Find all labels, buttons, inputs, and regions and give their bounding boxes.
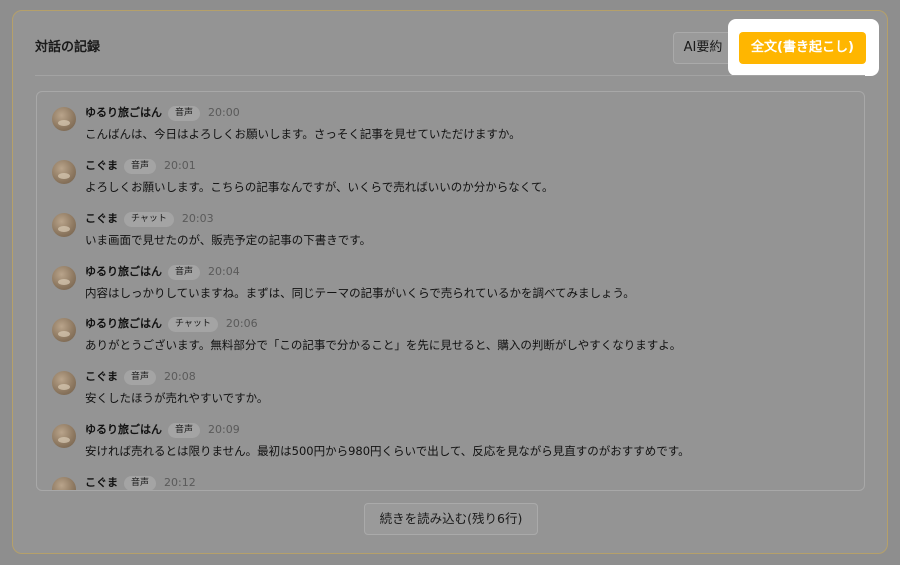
full-transcript-button[interactable]: 全文(書き起こし): [739, 32, 866, 64]
speaker-name: こぐま: [85, 159, 118, 172]
avatar: [52, 371, 76, 395]
list-item: こぐま チャット 20:03 いま画面で見せたのが、販売予定の記事の下書きです。: [52, 210, 852, 254]
avatar: [52, 318, 76, 342]
message-text: 安くしたほうが売れやすいですか。: [85, 391, 269, 405]
speaker-name: こぐま: [85, 370, 118, 383]
speaker-name: ゆるり旅ごはん: [85, 106, 162, 119]
message-text: いま画面で見せたのが、販売予定の記事の下書きです。: [85, 233, 372, 247]
message-meta: こぐま チャット 20:03: [85, 210, 214, 228]
list-item: ゆるり旅ごはん チャット 20:06 ありがとうございます。無料部分で「この記事…: [52, 315, 852, 359]
avatar: [52, 160, 76, 184]
channel-badge: 音声: [124, 158, 157, 174]
channel-badge: 音声: [168, 105, 201, 121]
message-time: 20:09: [208, 423, 240, 436]
list-item: こぐま 音声 20:01 よろしくお願いします。こちらの記事なんですが、いくらで…: [52, 157, 852, 201]
speaker-name: こぐま: [85, 212, 118, 225]
avatar: [52, 107, 76, 131]
ai-summary-button[interactable]: AI要約: [673, 32, 733, 64]
transcript-list[interactable]: ゆるり旅ごはん 音声 20:00 こんばんは、今日はよろしくお願いします。さっそ…: [36, 91, 865, 491]
speaker-name: ゆるり旅ごはん: [85, 423, 162, 436]
avatar: [52, 266, 76, 290]
speaker-name: ゆるり旅ごはん: [85, 265, 162, 278]
list-item: ゆるり旅ごはん 音声 20:09 安ければ売れるとは限りません。最初は500円か…: [52, 421, 852, 465]
message-time: 20:03: [181, 212, 214, 225]
message-text: こんばんは、今日はよろしくお願いします。さっそく記事を見せていただけますか。: [85, 127, 521, 141]
message-text: 内容はしっかりしていますね。まずは、同じテーマの記事がいくらで売られているかを調…: [85, 286, 635, 300]
message-text: 安ければ売れるとは限りません。最初は500円から980円くらいで出して、反応を見…: [85, 444, 690, 458]
message-meta: ゆるり旅ごはん 音声 20:04: [85, 263, 240, 281]
list-item: こぐま 音声 20:12: [52, 474, 852, 490]
channel-badge: 音声: [168, 422, 201, 438]
header-divider: [35, 75, 865, 76]
message-meta: こぐま 音声 20:01: [85, 157, 196, 175]
message-time: 20:04: [208, 265, 240, 278]
channel-badge: 音声: [124, 369, 157, 385]
message-time: 20:01: [164, 159, 196, 172]
panel-title: 対話の記録: [35, 40, 101, 55]
message-meta: こぐま 音声 20:12: [85, 474, 196, 490]
message-meta: こぐま 音声 20:08: [85, 368, 196, 386]
message-meta: ゆるり旅ごはん チャット 20:06: [85, 315, 258, 333]
message-meta: ゆるり旅ごはん 音声 20:09: [85, 421, 240, 439]
message-time: 20:06: [225, 317, 258, 330]
message-text: ありがとうございます。無料部分で「この記事で分かること」を先に見せると、購入の判…: [85, 338, 682, 352]
message-meta: ゆるり旅ごはん 音声 20:00: [85, 104, 240, 122]
load-more-button[interactable]: 続きを読み込む(残り6行): [364, 503, 538, 535]
channel-badge: チャット: [168, 316, 218, 332]
avatar: [52, 477, 76, 490]
message-time: 20:00: [208, 106, 240, 119]
speaker-name: こぐま: [85, 476, 118, 489]
channel-badge: 音声: [168, 264, 201, 280]
channel-badge: チャット: [124, 211, 174, 227]
avatar: [52, 424, 76, 448]
transcript-card: 対話の記録 AI要約 全文(書き起こし) ゆるり旅ごはん 音声 20:00 こん…: [12, 10, 888, 554]
list-item: ゆるり旅ごはん 音声 20:00 こんばんは、今日はよろしくお願いします。さっそ…: [52, 104, 852, 148]
message-time: 20:08: [164, 370, 196, 383]
channel-badge: 音声: [124, 475, 157, 490]
avatar: [52, 213, 76, 237]
speaker-name: ゆるり旅ごはん: [85, 317, 162, 330]
list-item: こぐま 音声 20:08 安くしたほうが売れやすいですか。: [52, 368, 852, 412]
list-item: ゆるり旅ごはん 音声 20:04 内容はしっかりしていますね。まずは、同じテーマ…: [52, 263, 852, 307]
message-text: よろしくお願いします。こちらの記事なんですが、いくらで売ればいいのか分からなくて…: [85, 180, 554, 194]
message-time: 20:12: [164, 476, 196, 489]
